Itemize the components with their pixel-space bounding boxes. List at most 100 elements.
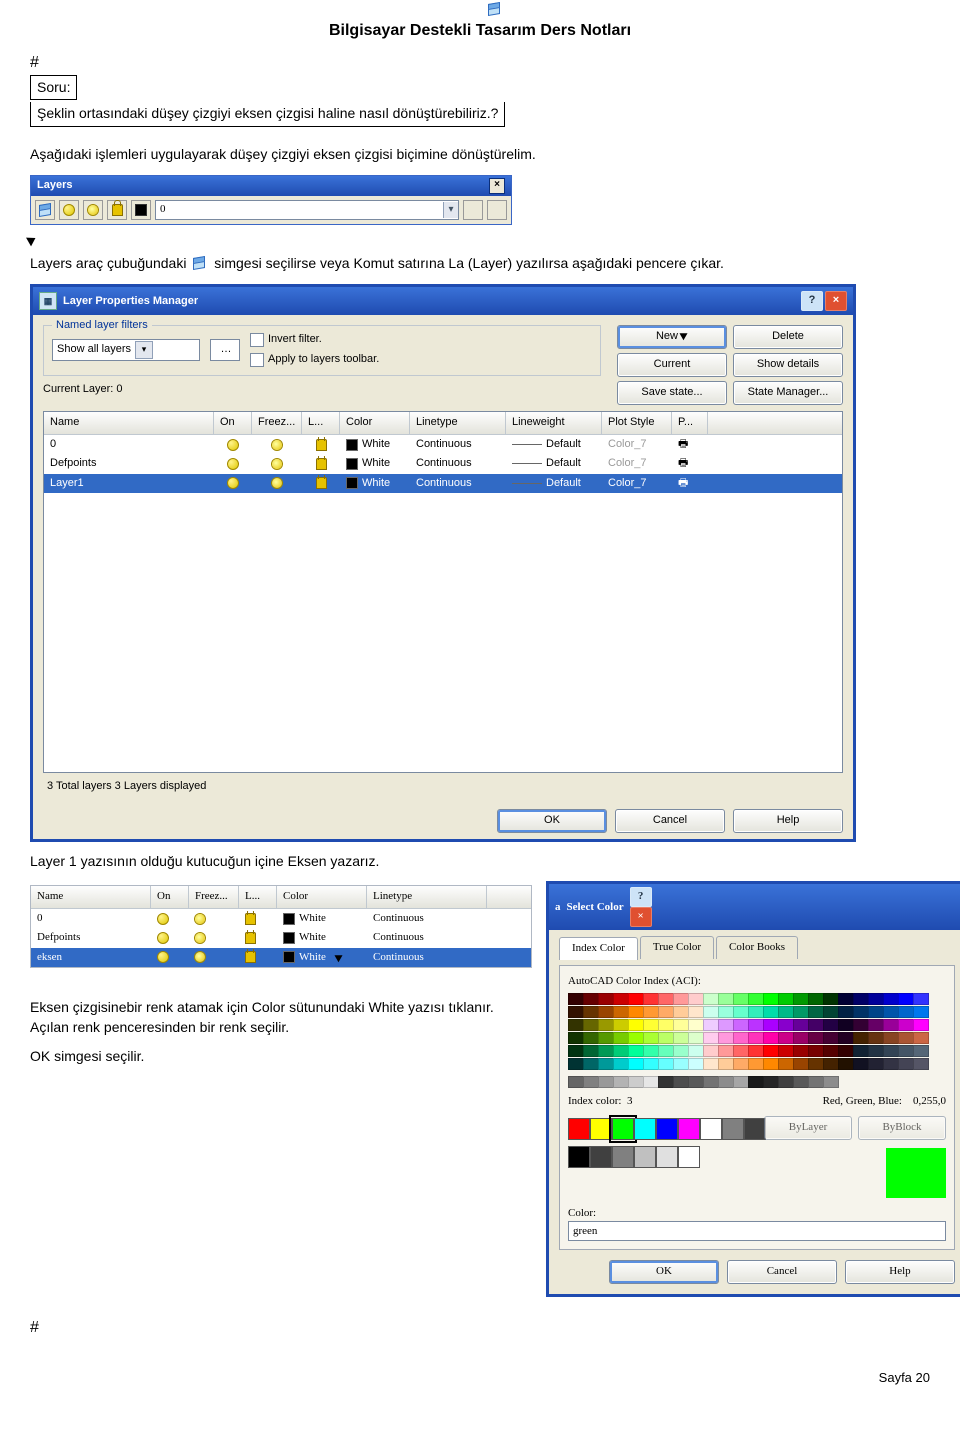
color-cell[interactable] [913,1019,929,1031]
color-cell[interactable] [793,1058,809,1070]
gray-shades[interactable] [568,1146,764,1168]
color-cell[interactable] [688,993,704,1005]
color-cell[interactable] [688,1058,704,1070]
color-cell[interactable] [868,1045,884,1057]
delete-button[interactable]: Delete [733,325,843,349]
color-cell[interactable] [628,1045,644,1057]
color-swatch[interactable] [744,1118,766,1140]
color-cell[interactable] [598,1032,614,1044]
color-cell[interactable] [583,1032,599,1044]
col-on[interactable]: On [151,886,189,907]
color-cell[interactable] [823,1006,839,1018]
color-cell[interactable] [673,993,689,1005]
color-cell[interactable] [853,993,869,1005]
color-cell[interactable] [763,1032,779,1044]
color-cell[interactable] [763,1006,779,1018]
color-cell[interactable] [598,1058,614,1070]
col-lock[interactable]: L... [302,412,340,433]
color-cell[interactable] [733,1032,749,1044]
color-cell[interactable] [898,993,914,1005]
color-cell[interactable] [643,1019,659,1031]
color-cell[interactable] [883,1019,899,1031]
color-cell[interactable] [643,1006,659,1018]
color-cell[interactable] [583,993,599,1005]
color-cell[interactable] [808,1006,824,1018]
bulb-icon[interactable] [59,200,79,220]
color-cell[interactable] [733,1076,749,1088]
color-cell[interactable] [823,1032,839,1044]
color-cell[interactable] [658,1019,674,1031]
save-state-button[interactable]: Save state... [617,381,727,405]
col-lock[interactable]: L... [239,886,277,907]
tab-true-color[interactable]: True Color [640,936,714,958]
color-cell[interactable] [643,1076,659,1088]
col-name[interactable]: Name [31,886,151,907]
current-button[interactable]: Current [617,353,727,377]
gray-swatch[interactable] [678,1146,700,1168]
col-freeze[interactable]: Freez... [252,412,302,433]
show-details-button[interactable]: Show details [733,353,843,377]
color-cell[interactable] [718,1058,734,1070]
color-cell[interactable] [853,1032,869,1044]
tab-color-books[interactable]: Color Books [716,936,798,958]
color-cell[interactable] [883,993,899,1005]
color-cell[interactable] [658,993,674,1005]
color-cell[interactable] [763,1058,779,1070]
color-cell[interactable] [793,1032,809,1044]
color-cell[interactable] [658,1032,674,1044]
gray-swatch[interactable] [568,1146,590,1168]
table-row[interactable]: Defpoints White Continuous [31,928,531,947]
color-cell[interactable] [703,1006,719,1018]
bulb-icon[interactable] [227,439,239,451]
color-cell[interactable] [838,1058,854,1070]
close-icon[interactable]: × [630,907,652,927]
color-cell[interactable] [823,1058,839,1070]
color-cell[interactable] [838,1032,854,1044]
color-cell[interactable] [853,1006,869,1018]
color-cell[interactable] [793,993,809,1005]
col-linetype[interactable]: Linetype [367,886,487,907]
color-swatch[interactable] [568,1118,590,1140]
table-row[interactable]: eksen White Continuous [31,948,531,967]
color-cell[interactable] [613,1019,629,1031]
color-cell[interactable] [778,1019,794,1031]
standard-colors[interactable] [568,1118,764,1140]
gray-swatch[interactable] [656,1146,678,1168]
color-cell[interactable] [628,993,644,1005]
color-cell[interactable] [643,1045,659,1057]
color-swatch[interactable] [700,1118,722,1140]
color-cell[interactable] [628,1019,644,1031]
color-cell[interactable] [718,1019,734,1031]
aci-palette-top[interactable] [568,993,946,1070]
lock-icon[interactable] [107,200,127,220]
color-cell[interactable] [643,1058,659,1070]
color-cell[interactable] [613,993,629,1005]
color-cell[interactable] [748,993,764,1005]
color-cell[interactable] [868,1032,884,1044]
color-cell[interactable] [598,993,614,1005]
color-cell[interactable] [748,1032,764,1044]
lock-icon[interactable] [316,477,327,489]
color-cell[interactable] [838,1019,854,1031]
color-cell[interactable] [703,1045,719,1057]
color-cell[interactable] [733,1019,749,1031]
bulb-icon[interactable] [227,477,239,489]
color-cell[interactable] [673,1019,689,1031]
color-cell[interactable] [718,1032,734,1044]
color-cell[interactable] [748,1006,764,1018]
sun-icon[interactable] [272,478,282,488]
close-icon[interactable]: × [489,178,505,194]
help-button[interactable]: Help [845,1260,955,1284]
close-icon[interactable]: × [825,291,847,311]
color-cell[interactable] [568,1076,584,1088]
color-cell[interactable] [568,1045,584,1057]
sun-icon[interactable] [83,200,103,220]
color-swatch[interactable] [678,1118,700,1140]
color-cell[interactable] [823,1045,839,1057]
color-cell[interactable] [808,1019,824,1031]
col-color[interactable]: Color [340,412,410,433]
color-cell[interactable] [568,1019,584,1031]
color-cell[interactable] [673,1076,689,1088]
color-cell[interactable] [898,1058,914,1070]
color-cell[interactable] [718,993,734,1005]
